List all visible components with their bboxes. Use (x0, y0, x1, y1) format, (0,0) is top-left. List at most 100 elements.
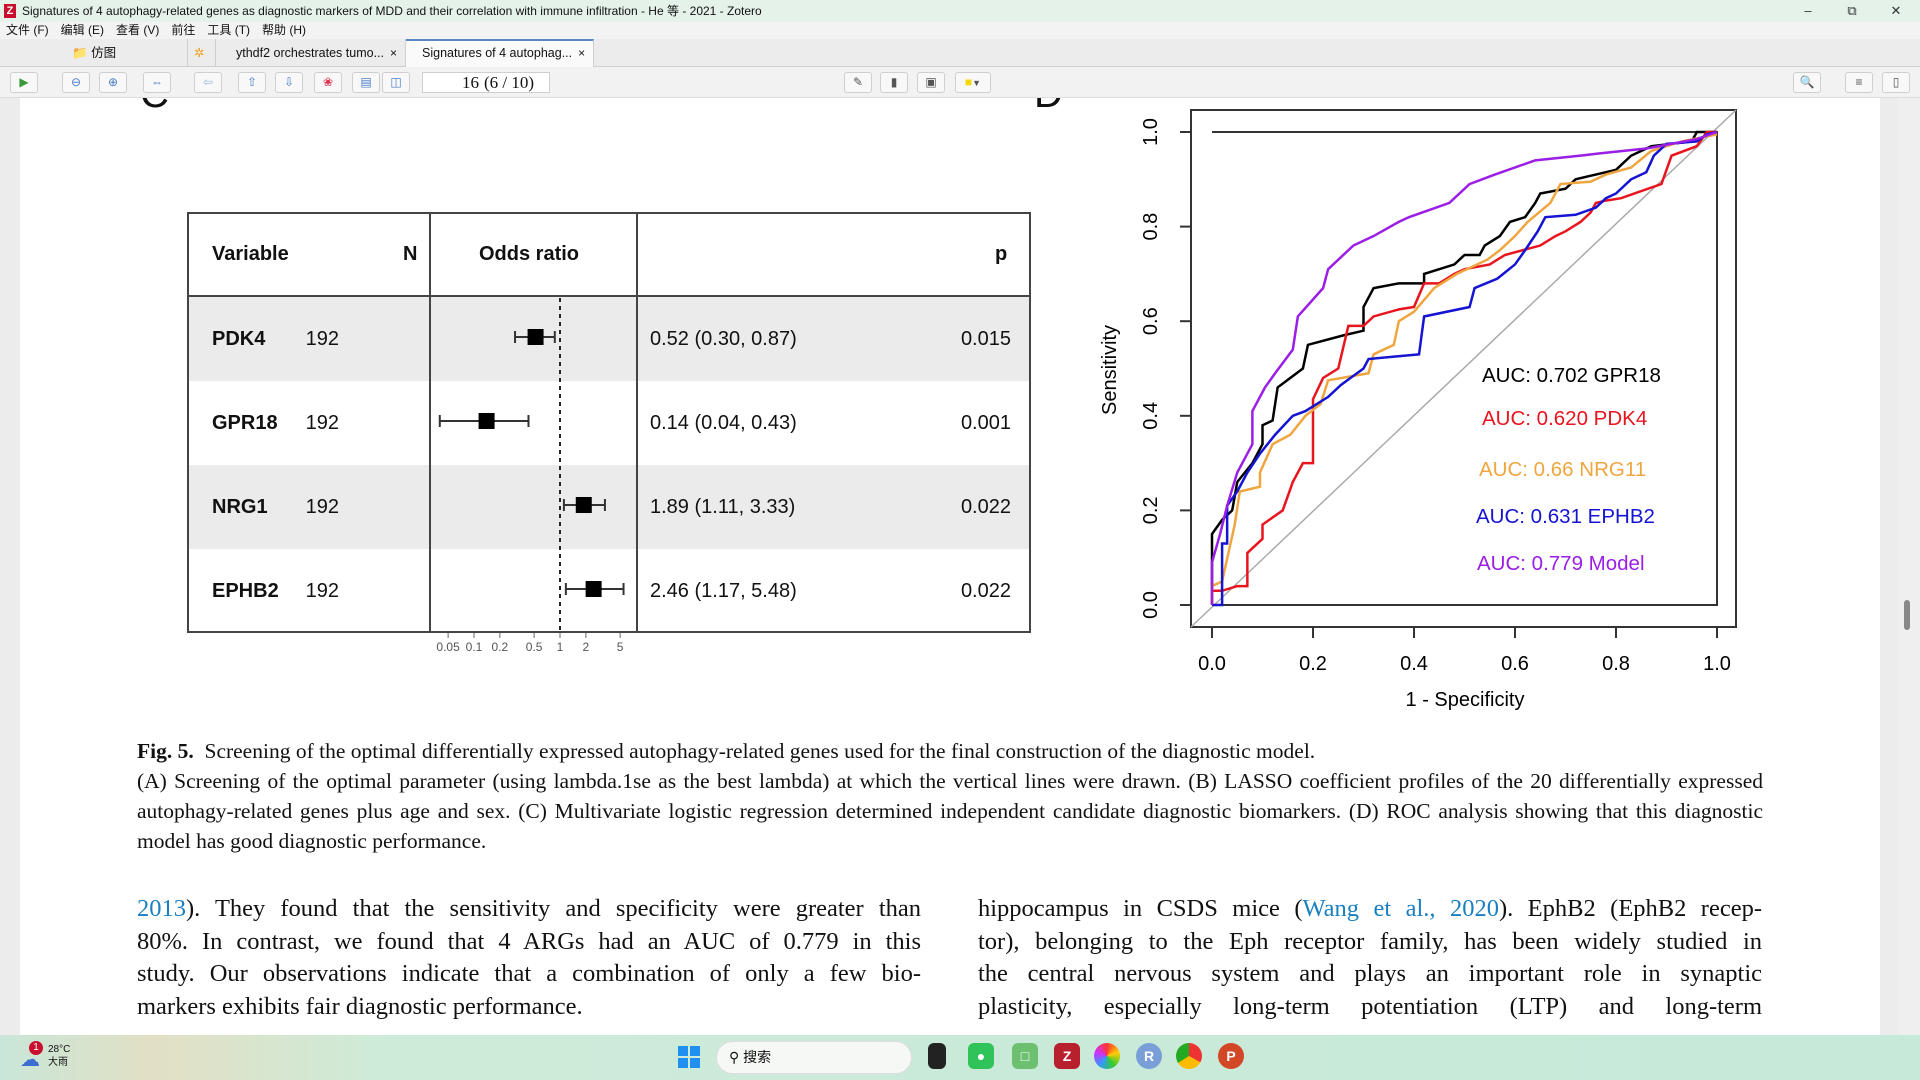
close-window-button[interactable]: ✕ (1876, 0, 1916, 22)
window-title: Signatures of 4 autophagy-related genes … (22, 4, 762, 18)
row-p: 0.001 (960, 412, 1011, 434)
panel-labels: C D (0, 98, 1880, 118)
row-ci: 1.89 (1.11, 3.33) (650, 496, 796, 518)
scrollbar-thumb[interactable] (1904, 600, 1910, 630)
tab-ythdf2[interactable]: ythdf2 orchestrates tumo... × (216, 39, 406, 67)
plugin-star-icon[interactable]: ✲ (188, 39, 216, 67)
citation-link[interactable]: Wang et al., 2020 (1303, 895, 1499, 922)
row-n: 192 (305, 496, 339, 518)
menu-go[interactable]: 前往 (171, 23, 195, 37)
r-app-icon[interactable]: R (1136, 1043, 1162, 1069)
note-tool-icon[interactable]: ▮ (880, 72, 908, 93)
menu-bar: 文件 (F) 编辑 (E) 查看 (V) 前往 工具 (T) 帮助 (H) (0, 22, 1920, 39)
task-view-icon[interactable] (928, 1043, 946, 1069)
fit-width-button[interactable]: ⇔ (143, 72, 171, 93)
menu-edit[interactable]: 编辑 (E) (61, 23, 104, 37)
header-odds-ratio: Odds ratio (479, 243, 580, 265)
header-n: N (403, 243, 418, 265)
menu-file[interactable]: 文件 (F) (6, 23, 49, 37)
page-count: (6 / 10) (484, 73, 535, 92)
row-variable: EPHB2 (212, 580, 279, 602)
chat-app-icon[interactable]: □ (1012, 1043, 1038, 1069)
wechat-icon[interactable]: ● (968, 1043, 994, 1069)
row-n: 192 (305, 412, 339, 434)
text-span: hippocampus in CSDS mice ( (978, 895, 1303, 922)
zotero-taskbar-icon[interactable]: Z (1054, 1043, 1080, 1069)
search-icon[interactable]: 🔍 (1793, 72, 1821, 93)
header-p: p (995, 243, 1008, 265)
text-line: 2013). They found that the sensitivity a… (137, 893, 921, 926)
highlight-tool-icon[interactable]: ✎ (844, 72, 872, 93)
minimize-button[interactable]: – (1788, 0, 1828, 22)
figure-caption: Fig. 5. Screening of the optimal differe… (137, 736, 1763, 856)
previous-page-button[interactable]: ⇧ (238, 72, 266, 93)
split-vertical-button[interactable]: ◫ (382, 72, 410, 93)
panel-d-label: D (1034, 98, 1063, 117)
text-line: 80%. In contrast, we found that 4 ARGs h… (137, 927, 921, 955)
back-button[interactable]: ⇦ (194, 72, 222, 93)
text-line: plasticity, especially long-term potenti… (978, 993, 1762, 1021)
scrollbar[interactable] (1898, 98, 1920, 1035)
menu-help[interactable]: 帮助 (H) (262, 23, 306, 37)
row-p: 0.015 (960, 328, 1011, 350)
row-p: 0.022 (960, 496, 1011, 518)
start-button[interactable] (678, 1046, 700, 1068)
title-bar: Signatures of 4 autophagy-related genes … (0, 0, 1920, 22)
search-placeholder: 搜索 (743, 1049, 772, 1065)
text-line: study. Our observations indicate that a … (137, 960, 921, 988)
search-icon: ⚲ (729, 1049, 740, 1065)
reader-toolbar: ▶ ⊖ ⊕ ⇔ ⇦ ⇧ ⇩ ❀ ▤ ◫ 16 (6 / 10) ✎ ▮ ▣ ■▼… (0, 67, 1920, 98)
tab-label: Signatures of 4 autophag... (422, 46, 573, 60)
tab-library[interactable]: 📁 仿图 (0, 39, 188, 67)
menu-view[interactable]: 查看 (V) (116, 23, 159, 37)
close-tab-icon[interactable]: × (390, 46, 397, 60)
column-divider (636, 214, 638, 631)
weather-desc: 大雨 (48, 1057, 68, 1068)
body-left-column: 2013). They found that the sensitivity a… (137, 893, 921, 1024)
ai-assistant-icon[interactable]: ❀ (314, 72, 342, 93)
tab-bar: 📁 仿图 ✲ ythdf2 orchestrates tumo... × Sign… (0, 39, 1920, 67)
weather-badge: 1 (29, 1041, 43, 1055)
text-line: tor), belonging to the Eph receptor fami… (978, 927, 1762, 955)
toggle-sidebar-button[interactable]: ▶ (10, 72, 38, 93)
next-page-button[interactable]: ⇩ (275, 72, 303, 93)
zoom-out-button[interactable]: ⊖ (62, 72, 90, 93)
outline-button[interactable]: ≡ (1845, 72, 1873, 93)
tab-signatures[interactable]: Signatures of 4 autophag... × (406, 39, 594, 67)
area-select-icon[interactable]: ▣ (917, 72, 945, 93)
color-app-icon[interactable] (1094, 1043, 1120, 1069)
row-n: 192 (305, 580, 339, 602)
menu-tools[interactable]: 工具 (T) (207, 23, 250, 37)
split-horizontal-button[interactable]: ▤ (352, 72, 380, 93)
tab-label: ythdf2 orchestrates tumo... (236, 46, 384, 60)
zotero-logo: Z (4, 4, 16, 18)
text-line: the central nervous system and plays an … (978, 960, 1762, 988)
weather-temp: 28°C (48, 1044, 71, 1055)
folder-icon: 📁 (72, 46, 88, 60)
column-divider (429, 214, 431, 631)
search-box[interactable]: ⚲ 搜索 (716, 1041, 912, 1074)
text-line: hippocampus in CSDS mice (Wang et al., 2… (978, 893, 1762, 926)
caption-label: Fig. 5. (137, 739, 194, 763)
color-picker-button[interactable]: ■▼ (955, 72, 991, 93)
panel-c-label: C (140, 98, 169, 117)
context-pane-button[interactable]: ▯ (1882, 72, 1910, 93)
restore-button[interactable]: ⧉ (1832, 0, 1872, 22)
row-variable: GPR18 (212, 412, 278, 434)
chrome-icon[interactable] (1176, 1043, 1202, 1069)
row-variable: PDK4 (212, 328, 266, 350)
caption-title: Screening of the optimal differentially … (204, 739, 1316, 763)
zoom-in-button[interactable]: ⊕ (99, 72, 127, 93)
row-variable: NRG1 (212, 496, 268, 518)
citation-link[interactable]: 2013 (137, 895, 186, 922)
close-tab-icon[interactable]: × (578, 46, 585, 60)
row-ci: 2.46 (1.17, 5.48) (650, 580, 797, 602)
powerpoint-icon[interactable]: P (1218, 1043, 1244, 1069)
row-p: 0.022 (960, 580, 1011, 602)
text-span: ). EphB2 (EphB2 recep- (1498, 895, 1762, 922)
header-variable: Variable (212, 243, 289, 265)
taskbar: ☁ 1 28°C 大雨 ⚲ 搜索 ● □ Z R P (0, 1035, 1920, 1080)
row-ci: 0.14 (0.04, 0.43) (650, 412, 797, 434)
weather-widget[interactable]: 28°C 大雨 (48, 1043, 70, 1069)
row-n: 192 (305, 328, 339, 350)
